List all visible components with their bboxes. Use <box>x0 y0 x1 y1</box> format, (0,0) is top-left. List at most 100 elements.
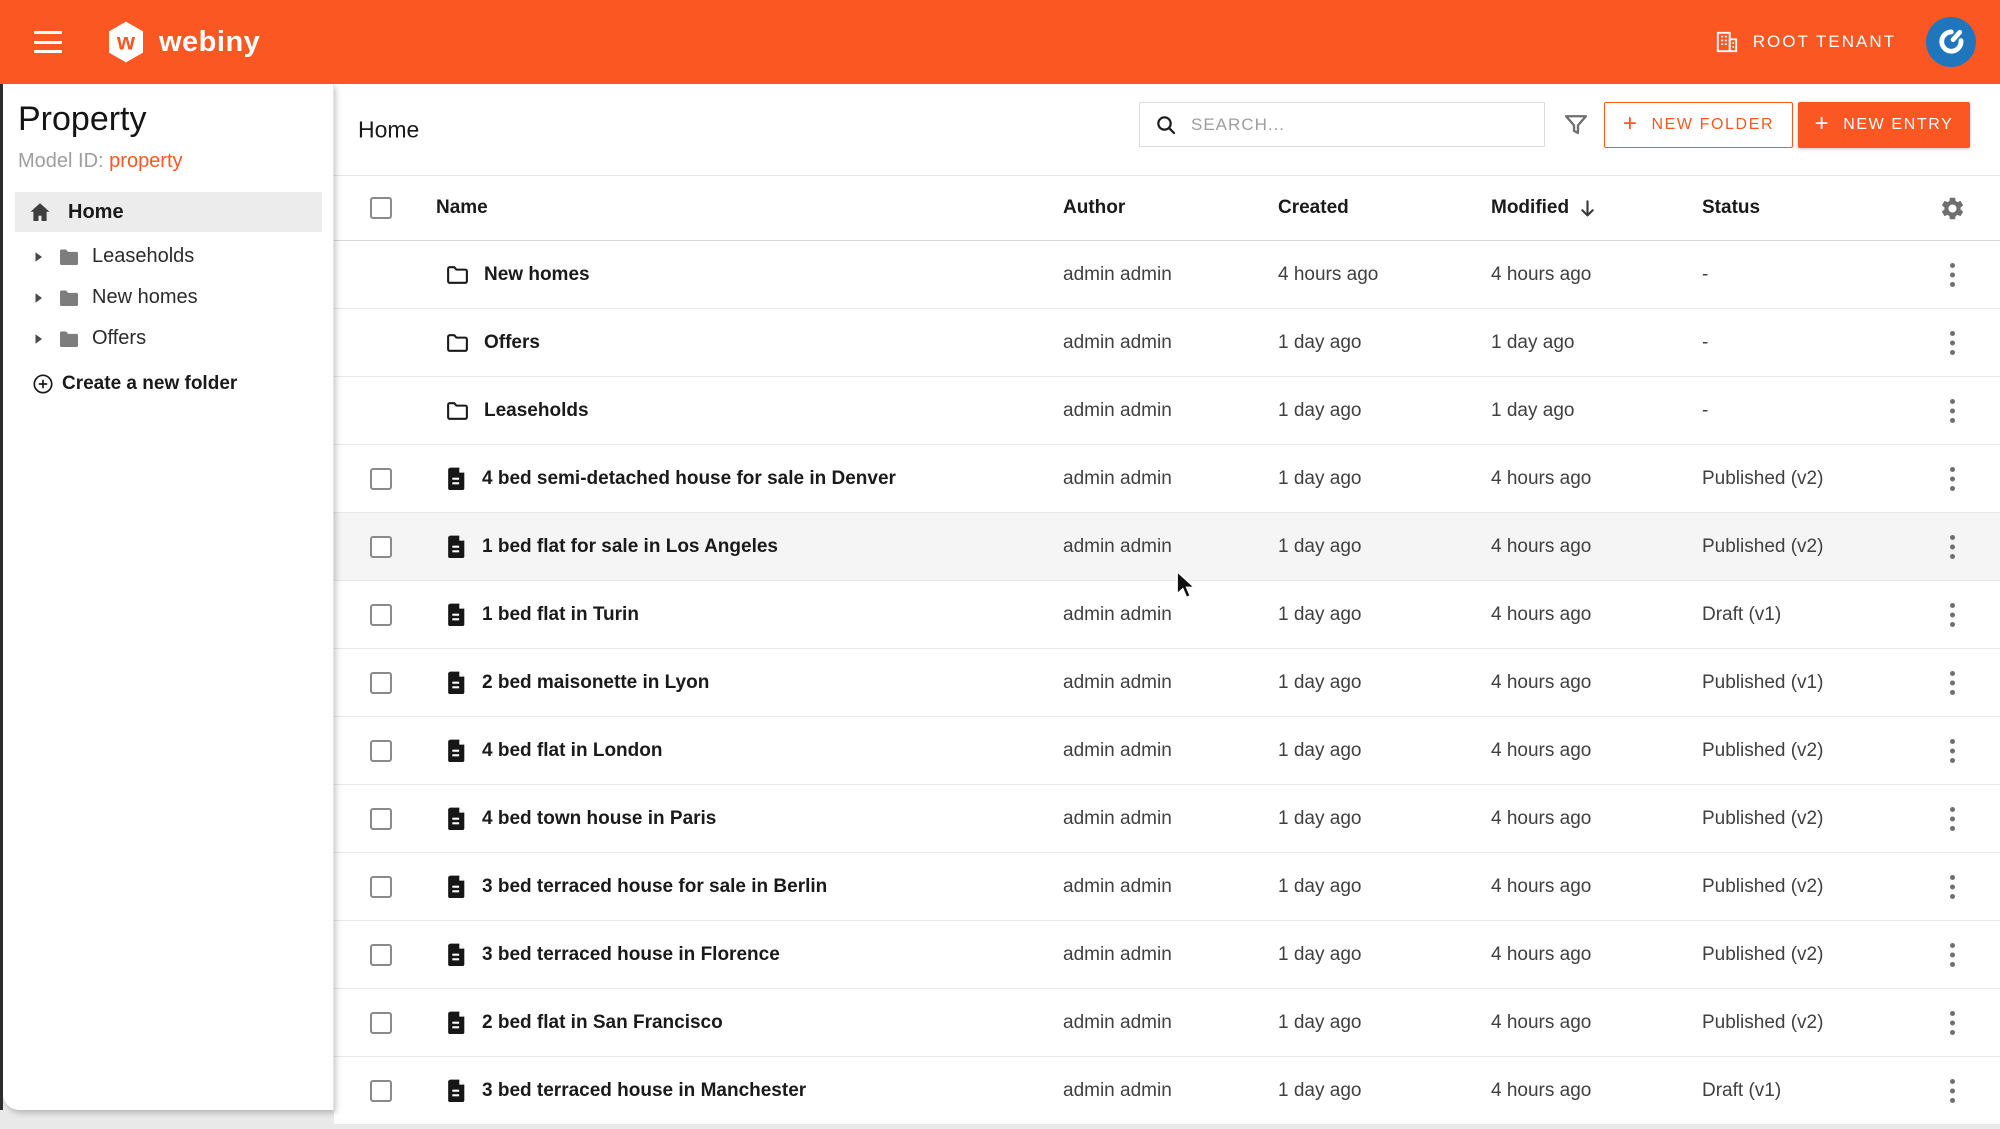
caret-right-icon[interactable] <box>34 292 43 304</box>
row-modified: 4 hours ago <box>1491 1080 1702 1102</box>
row-checkbox[interactable] <box>370 1012 392 1034</box>
sidebar-item-home[interactable]: Home <box>15 192 322 232</box>
row-checkbox[interactable] <box>370 876 392 898</box>
row-name[interactable]: 3 bed terraced house in Manchester <box>482 1080 806 1102</box>
tenant-selector[interactable]: ROOT TENANT <box>1714 29 1896 55</box>
table-row[interactable]: 2 bed maisonette in Lyonadmin admin1 day… <box>334 649 2000 717</box>
kebab-menu-icon[interactable] <box>1949 601 1956 629</box>
row-created: 1 day ago <box>1278 604 1491 626</box>
select-all-checkbox[interactable] <box>370 197 392 219</box>
kebab-menu-icon[interactable] <box>1949 669 1956 697</box>
caret-right-icon[interactable] <box>34 333 43 345</box>
new-entry-button[interactable]: + NEW ENTRY <box>1798 102 1970 148</box>
kebab-menu-icon[interactable] <box>1949 261 1956 289</box>
row-name[interactable]: Leaseholds <box>484 400 589 422</box>
column-header-status[interactable]: Status <box>1702 197 1925 219</box>
row-author: admin admin <box>1063 1012 1278 1034</box>
plus-icon: + <box>1815 112 1831 136</box>
model-id-value[interactable]: property <box>109 150 182 172</box>
row-status: Draft (v1) <box>1702 604 1925 626</box>
row-modified: 4 hours ago <box>1491 876 1702 898</box>
row-name[interactable]: New homes <box>484 264 590 286</box>
kebab-menu-icon[interactable] <box>1949 737 1956 765</box>
table-row[interactable]: 3 bed terraced house for sale in Berlina… <box>334 853 2000 921</box>
table-row[interactable]: 4 bed semi-detached house for sale in De… <box>334 445 2000 513</box>
svg-text:w: w <box>116 29 136 55</box>
row-name[interactable]: 4 bed semi-detached house for sale in De… <box>482 468 896 490</box>
sidebar-folder-tree: LeaseholdsNew homes Offers <box>3 236 333 359</box>
filter-icon[interactable] <box>1562 111 1590 139</box>
column-header-name[interactable]: Name <box>436 197 1063 219</box>
table-row[interactable]: Leaseholdsadmin admin1 day ago1 day ago- <box>334 377 2000 445</box>
main-content: Home + NEW FOLDER + NEW ENTRY Name Autho… <box>334 84 2000 1122</box>
row-name[interactable]: 1 bed flat in Turin <box>482 604 639 626</box>
row-created: 1 day ago <box>1278 672 1491 694</box>
sidebar-folder-item[interactable]: New homes <box>3 277 333 318</box>
sidebar-folder-label: Offers <box>92 327 146 350</box>
folder-icon <box>445 330 470 355</box>
row-name[interactable]: 1 bed flat for sale in Los Angeles <box>482 536 778 558</box>
document-icon <box>445 1010 468 1035</box>
row-checkbox[interactable] <box>370 468 392 490</box>
table-row[interactable]: 3 bed terraced house in Manchester admin … <box>334 1057 2000 1125</box>
breadcrumb[interactable]: Home <box>358 116 419 143</box>
folder-icon <box>445 398 470 423</box>
caret-right-icon[interactable] <box>34 251 43 263</box>
row-name[interactable]: 3 bed terraced house in Florence <box>482 944 780 966</box>
row-name[interactable]: 2 bed flat in San Francisco <box>482 1012 723 1034</box>
kebab-menu-icon[interactable] <box>1949 805 1956 833</box>
home-icon <box>28 200 52 224</box>
document-icon <box>445 806 468 831</box>
document-icon <box>445 738 468 763</box>
row-name[interactable]: 3 bed terraced house for sale in Berlin <box>482 876 827 898</box>
folder-icon <box>445 262 470 287</box>
row-created: 1 day ago <box>1278 876 1491 898</box>
gear-icon[interactable] <box>1939 195 1966 222</box>
table-row[interactable]: 2 bed flat in San Franciscoadmin admin1 … <box>334 989 2000 1057</box>
row-checkbox[interactable] <box>370 536 392 558</box>
sidebar-folder-item[interactable]: Offers <box>3 318 333 359</box>
kebab-menu-icon[interactable] <box>1949 533 1956 561</box>
kebab-menu-icon[interactable] <box>1949 329 1956 357</box>
kebab-menu-icon[interactable] <box>1949 397 1956 425</box>
row-name[interactable]: 4 bed flat in London <box>482 740 662 762</box>
hamburger-icon[interactable] <box>34 31 62 53</box>
table-row[interactable]: 4 bed flat in Londonadmin admin1 day ago… <box>334 717 2000 785</box>
table-row[interactable]: 1 bed flat for sale in Los Angelesadmin … <box>334 513 2000 581</box>
kebab-menu-icon[interactable] <box>1949 465 1956 493</box>
table-row[interactable]: 4 bed town house in Parisadmin admin1 da… <box>334 785 2000 853</box>
row-checkbox[interactable] <box>370 672 392 694</box>
row-created: 1 day ago <box>1278 740 1491 762</box>
document-icon <box>445 1078 468 1103</box>
row-status: - <box>1702 332 1925 354</box>
create-folder-button[interactable]: Create a new folder <box>31 365 237 403</box>
row-checkbox[interactable] <box>370 740 392 762</box>
kebab-menu-icon[interactable] <box>1949 941 1956 969</box>
column-header-modified[interactable]: Modified <box>1491 197 1702 219</box>
sidebar-folder-item[interactable]: Leaseholds <box>3 236 333 277</box>
document-icon <box>445 874 468 899</box>
column-header-created[interactable]: Created <box>1278 197 1491 219</box>
row-name[interactable]: 2 bed maisonette in Lyon <box>482 672 709 694</box>
row-author: admin admin <box>1063 1080 1278 1102</box>
table-row[interactable]: 1 bed flat in Turinadmin admin1 day ago4… <box>334 581 2000 649</box>
column-header-author[interactable]: Author <box>1063 197 1278 219</box>
row-name[interactable]: Offers <box>484 332 540 354</box>
row-status: Published (v2) <box>1702 808 1925 830</box>
row-created: 4 hours ago <box>1278 264 1491 286</box>
kebab-menu-icon[interactable] <box>1949 1009 1956 1037</box>
row-checkbox[interactable] <box>370 1080 392 1102</box>
row-checkbox[interactable] <box>370 808 392 830</box>
new-folder-button[interactable]: + NEW FOLDER <box>1604 102 1793 148</box>
search-input[interactable] <box>1189 114 1544 136</box>
row-name[interactable]: 4 bed town house in Paris <box>482 808 716 830</box>
tenant-label: ROOT TENANT <box>1753 32 1896 52</box>
user-avatar[interactable] <box>1926 17 1976 67</box>
table-row[interactable]: Offersadmin admin1 day ago1 day ago- <box>334 309 2000 377</box>
kebab-menu-icon[interactable] <box>1949 873 1956 901</box>
kebab-menu-icon[interactable] <box>1949 1077 1956 1105</box>
table-row[interactable]: New homesadmin admin4 hours ago4 hours a… <box>334 241 2000 309</box>
row-checkbox[interactable] <box>370 604 392 626</box>
row-checkbox[interactable] <box>370 944 392 966</box>
table-row[interactable]: 3 bed terraced house in Florenceadmin ad… <box>334 921 2000 989</box>
